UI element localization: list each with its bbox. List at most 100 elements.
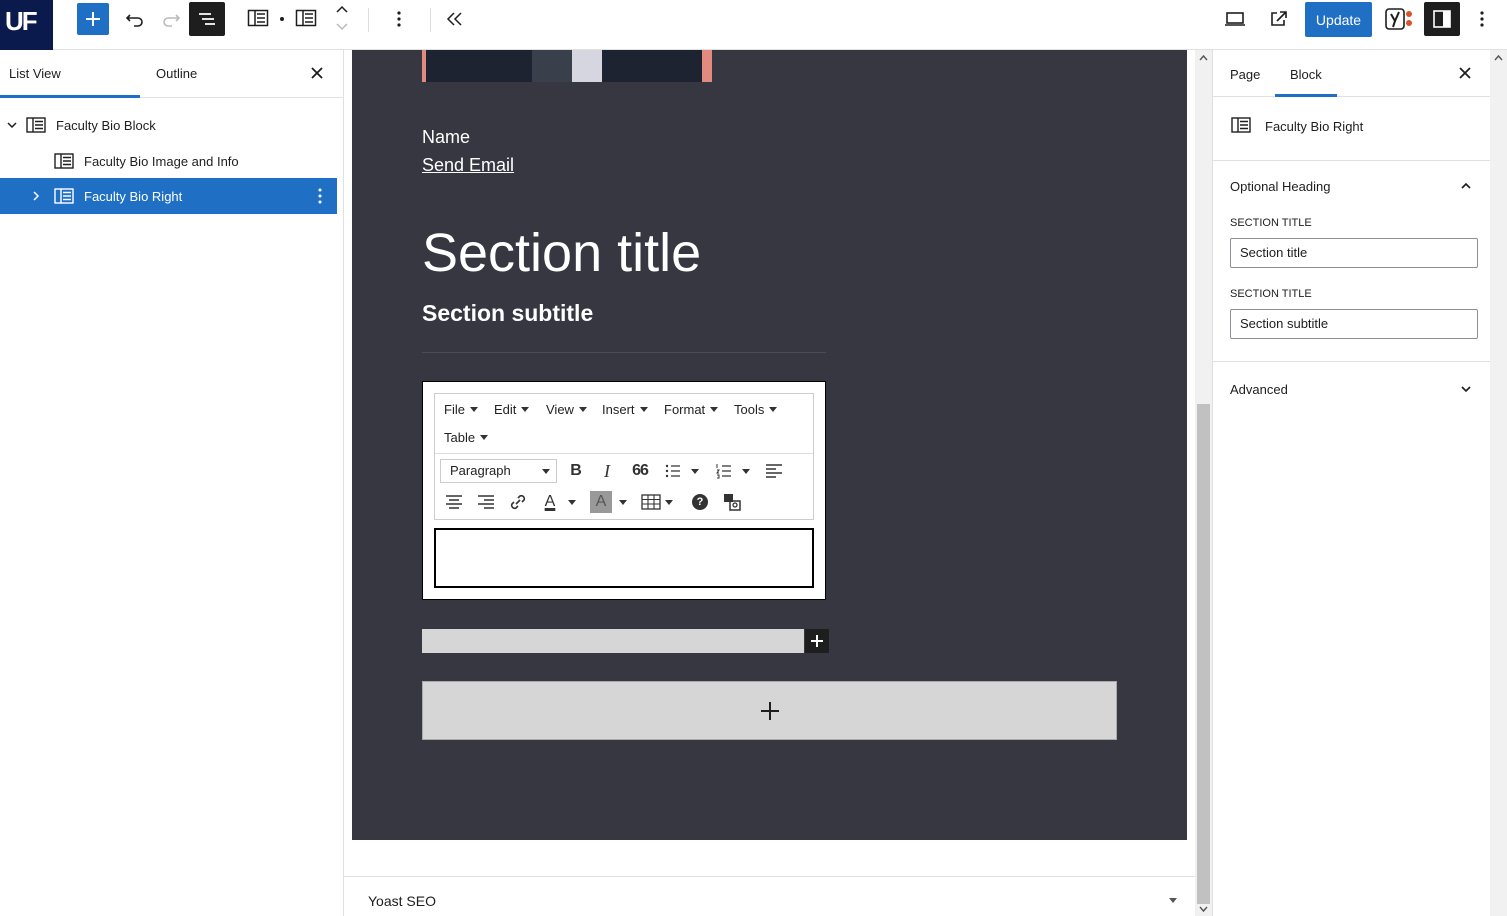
- chevron-down-icon[interactable]: [6, 119, 18, 131]
- tinymce-toolbar-container: File Edit View Insert Format Tools Table…: [434, 393, 814, 520]
- advanced-panel-toggle[interactable]: Advanced: [1230, 382, 1288, 397]
- menu-format[interactable]: Format: [664, 402, 719, 417]
- optional-heading-panel-toggle[interactable]: Optional Heading: [1230, 179, 1330, 194]
- block-appender-bar[interactable]: [422, 629, 804, 653]
- help-icon[interactable]: ?: [689, 491, 711, 513]
- menu-edit[interactable]: Edit: [494, 402, 530, 417]
- align-right-icon[interactable]: [475, 491, 497, 513]
- redo-icon[interactable]: [160, 8, 182, 30]
- tree-item-faculty-bio-right[interactable]: Faculty Bio Right: [0, 178, 337, 214]
- add-block-appender[interactable]: [422, 681, 1117, 740]
- faculty-name[interactable]: Name: [422, 127, 470, 148]
- menu-label: View: [546, 402, 574, 417]
- caret-down-icon[interactable]: [1169, 898, 1177, 903]
- send-email-link[interactable]: Send Email: [422, 155, 514, 176]
- settings-tabs: Page Block: [1213, 50, 1490, 97]
- menu-table[interactable]: Table: [444, 430, 489, 445]
- bold-icon[interactable]: B: [565, 460, 587, 482]
- format-select[interactable]: Paragraph: [440, 459, 557, 483]
- editor-topbar: UF Update: [0, 0, 1507, 50]
- chevron-up-icon[interactable]: [1459, 179, 1473, 193]
- toolbar-separator: [430, 8, 431, 32]
- section-subtitle-label: SECTION TITLE: [1230, 288, 1312, 300]
- panel-divider: [1213, 361, 1491, 362]
- close-icon[interactable]: [1457, 65, 1473, 81]
- view-post-external-icon[interactable]: [1268, 9, 1290, 29]
- collapse-toolbar-icon[interactable]: [444, 9, 466, 29]
- faculty-bio-block[interactable]: Name Send Email Section title Section su…: [352, 50, 1187, 840]
- tab-list-view[interactable]: List View: [9, 66, 61, 81]
- chevron-down-icon[interactable]: [1459, 382, 1473, 396]
- caret-down-icon: [521, 407, 530, 412]
- section-subtitle-heading[interactable]: Section subtitle: [422, 300, 593, 327]
- tab-outline[interactable]: Outline: [156, 66, 197, 81]
- menu-label: Insert: [602, 402, 635, 417]
- options-menu-icon[interactable]: [1474, 9, 1490, 29]
- background-color-icon[interactable]: A: [590, 491, 612, 513]
- tree-item-faculty-bio-image[interactable]: Faculty Bio Image and Info: [0, 143, 337, 179]
- menu-insert[interactable]: Insert: [602, 402, 648, 417]
- block-card: Faculty Bio Right: [1213, 97, 1491, 161]
- caret-down-icon[interactable]: [665, 500, 673, 505]
- section-title-heading[interactable]: Section title: [422, 222, 701, 284]
- italic-icon[interactable]: I: [596, 460, 618, 482]
- caret-down-icon[interactable]: [568, 500, 576, 505]
- scroll-up-arrow-icon[interactable]: [1199, 54, 1208, 62]
- site-logo[interactable]: UF: [0, 0, 53, 50]
- list-view-button[interactable]: [189, 2, 225, 36]
- find-replace-icon[interactable]: [721, 491, 743, 513]
- tab-page[interactable]: Page: [1230, 67, 1260, 82]
- blockquote-icon[interactable]: 66: [629, 460, 651, 482]
- chevron-right-icon[interactable]: [30, 190, 42, 202]
- classic-editor-block[interactable]: File Edit View Insert Format Tools Table…: [422, 381, 826, 600]
- tab-block[interactable]: Block: [1290, 67, 1322, 82]
- close-icon[interactable]: [308, 64, 326, 82]
- list-view-panel: List View Outline Faculty Bio Block Facu…: [0, 50, 344, 916]
- section-subtitle-input[interactable]: Section subtitle: [1230, 309, 1478, 339]
- table-icon[interactable]: [640, 491, 662, 513]
- caret-down-icon[interactable]: [691, 469, 699, 474]
- block-icon: [26, 117, 46, 133]
- yoast-seo-metabox[interactable]: Yoast SEO: [344, 876, 1195, 916]
- block-type-icon[interactable]: [247, 9, 269, 27]
- bullet-list-icon[interactable]: [663, 460, 685, 482]
- settings-scrollbar[interactable]: [1490, 50, 1507, 916]
- scroll-up-arrow-icon[interactable]: [1494, 54, 1503, 62]
- undo-icon[interactable]: [124, 8, 146, 30]
- move-up-down-icon[interactable]: [334, 3, 350, 33]
- menu-tools[interactable]: Tools: [734, 402, 778, 417]
- inline-add-block-button[interactable]: [805, 629, 829, 653]
- menu-label: Edit: [494, 402, 517, 417]
- update-button[interactable]: Update: [1305, 2, 1372, 37]
- caret-down-icon: [639, 407, 648, 412]
- scrollbar-thumb[interactable]: [1197, 404, 1210, 904]
- add-block-button[interactable]: [77, 3, 109, 35]
- block-icon: [54, 153, 74, 169]
- numbered-list-icon[interactable]: [714, 460, 736, 482]
- menu-view[interactable]: View: [546, 402, 587, 417]
- menu-file[interactable]: File: [444, 402, 478, 417]
- text-color-icon[interactable]: A: [539, 491, 561, 513]
- caret-down-icon: [480, 435, 489, 440]
- sidebar-toggle-icon: [1433, 10, 1451, 28]
- scroll-down-arrow-icon[interactable]: [1199, 905, 1208, 913]
- parent-block-icon[interactable]: [295, 9, 317, 27]
- align-left-icon[interactable]: [763, 460, 785, 482]
- link-icon[interactable]: [507, 491, 529, 513]
- caret-down-icon[interactable]: [742, 469, 750, 474]
- preview-desktop-icon[interactable]: [1223, 9, 1247, 29]
- align-center-icon[interactable]: [443, 491, 465, 513]
- active-tab-indicator: [0, 95, 140, 98]
- section-title-input[interactable]: Section title: [1230, 238, 1478, 268]
- editor-content-area[interactable]: [434, 528, 814, 588]
- canvas-scrollbar[interactable]: [1195, 50, 1212, 916]
- block-card-title: Faculty Bio Right: [1265, 119, 1364, 134]
- tree-item-faculty-bio-block[interactable]: Faculty Bio Block: [0, 107, 337, 143]
- faculty-photo[interactable]: [422, 50, 712, 82]
- more-options-icon[interactable]: [390, 9, 408, 29]
- block-options-icon[interactable]: [314, 187, 326, 205]
- caret-down-icon[interactable]: [619, 500, 627, 505]
- menu-label: Table: [444, 430, 476, 445]
- yoast-seo-icon[interactable]: [1384, 6, 1416, 32]
- settings-button[interactable]: [1424, 2, 1460, 36]
